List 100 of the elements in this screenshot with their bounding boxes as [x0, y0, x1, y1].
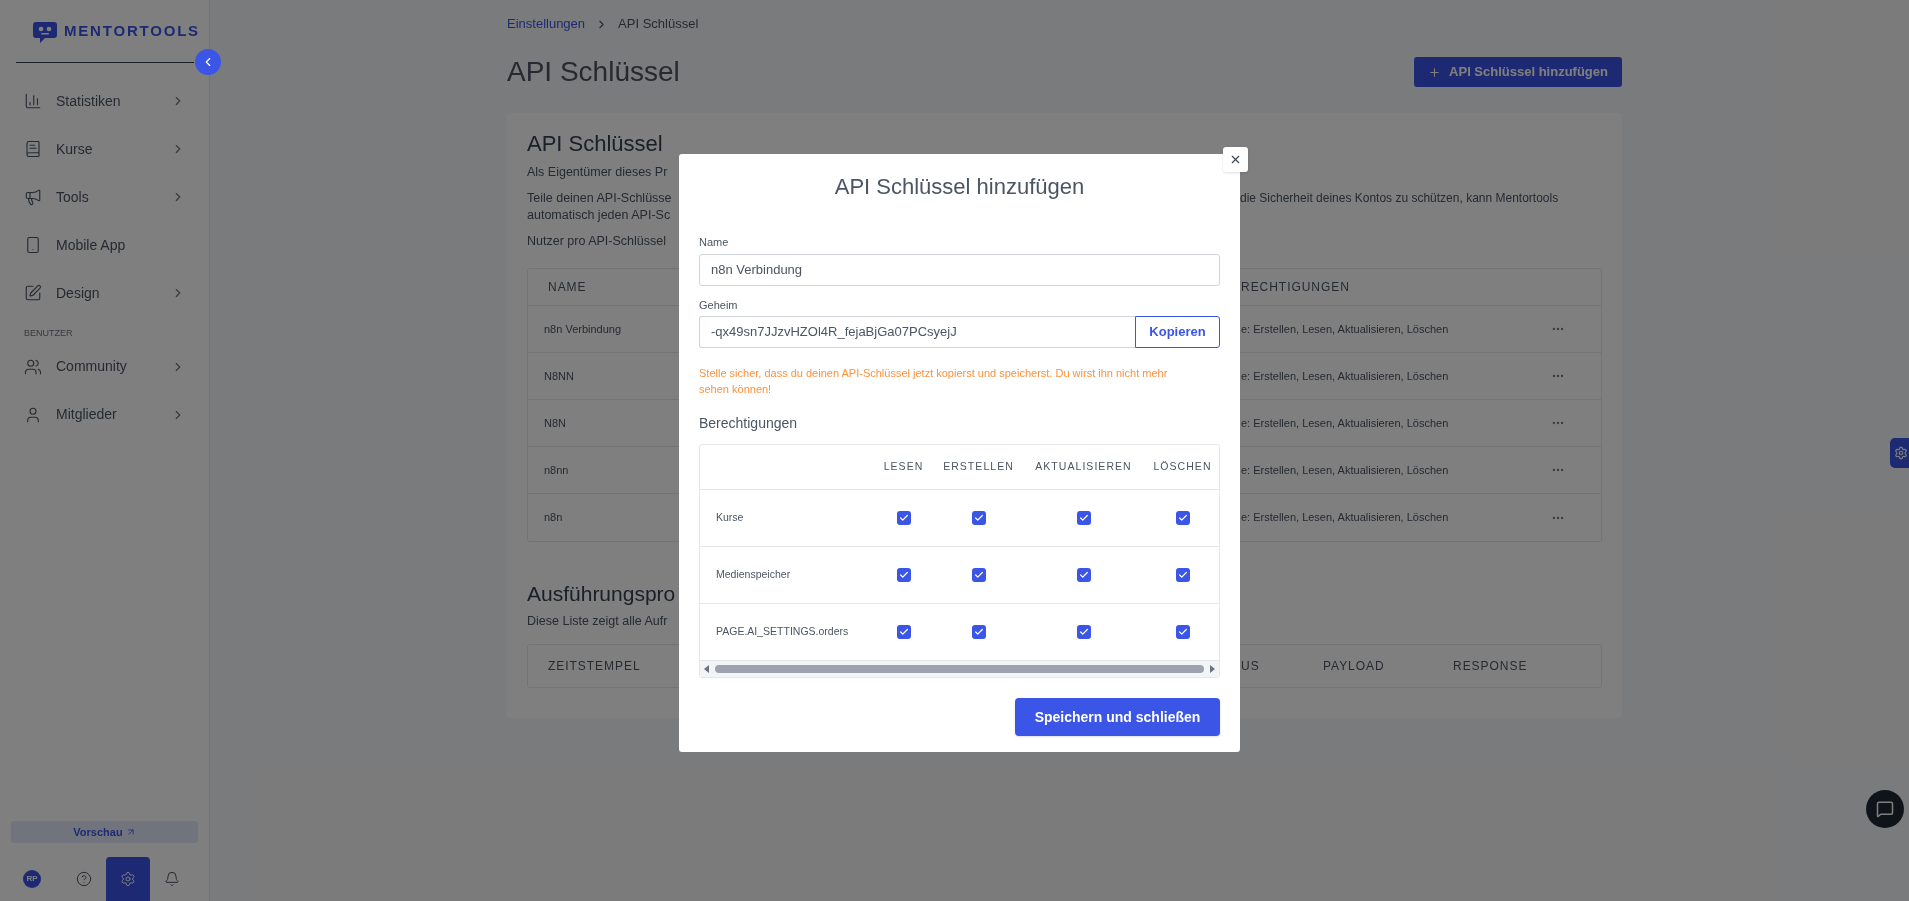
checkbox[interactable]: [1076, 511, 1091, 525]
check-icon: [1177, 627, 1188, 637]
scroll-left-icon[interactable]: [703, 665, 711, 673]
table-cell-text: e: Erstellen, Lesen, Aktualisieren, Löschen: [1241, 415, 1450, 431]
table-cell-text: Kurse: [715, 510, 744, 526]
book-icon: [24, 140, 42, 158]
people-icon: [24, 357, 42, 376]
warning-text: Stelle sicher, dass du deinen API-Schlüssel jetzt kopierst und speicherst. Du wirst ihn nicht mehr sehen können!: [699, 366, 1169, 397]
table-cell-text: N8N: [543, 415, 566, 431]
column-header: PAYLOAD: [1323, 658, 1386, 676]
name-field[interactable]: n8n Verbindung: [699, 253, 1220, 286]
logo-text: MENTORTOOLS: [64, 20, 200, 41]
checkbox[interactable]: [971, 625, 986, 639]
settings-icon: [120, 871, 136, 887]
scroll-right-icon[interactable]: [1208, 665, 1216, 673]
checkbox[interactable]: [971, 568, 986, 582]
megaphone-icon: [24, 188, 42, 206]
settings-tab[interactable]: [1890, 438, 1909, 468]
checkbox[interactable]: [896, 568, 911, 582]
plus-icon: [1428, 65, 1442, 79]
column-header: AKTUALISIEREN: [1035, 459, 1132, 475]
nav-item[interactable]: Mobile App: [0, 221, 209, 269]
column-header: LESEN: [883, 459, 924, 475]
table-cell-text: e: Erstellen, Lesen, Aktualisieren, Löschen: [1241, 321, 1450, 337]
table-cell-text: PAGE.AI_SETTINGS.orders: [715, 624, 849, 640]
check-icon: [973, 627, 984, 637]
table-cell-text: n8n Verbindung: [543, 321, 622, 337]
column-header: ZEITSTEMPEL: [547, 658, 641, 676]
table-cell-text: N8NN: [543, 368, 574, 384]
checkbox[interactable]: [1175, 568, 1190, 582]
breadcrumb-current: API Schlüssel: [618, 15, 699, 34]
check-icon: [973, 513, 984, 523]
check-icon: [1177, 513, 1188, 523]
help-icon: [76, 871, 92, 887]
horizontal-scrollbar[interactable]: [700, 661, 1219, 677]
pencil-icon: [24, 284, 42, 302]
column-header: RESPONSE: [1453, 658, 1529, 676]
close-button[interactable]: [1223, 147, 1248, 172]
permissions-title: Berechtigungen: [699, 414, 798, 433]
column-header: RECHTIGUNGEN: [1241, 279, 1350, 296]
arrow-icon: [125, 827, 136, 837]
checkbox[interactable]: [1175, 511, 1190, 525]
checkbox[interactable]: [896, 625, 911, 639]
check-icon: [898, 627, 909, 637]
section-label: BENUTZER: [23, 327, 74, 340]
table-cell-text: n8nn: [543, 462, 569, 478]
phone-icon: [24, 236, 42, 254]
column-header: US: [1241, 658, 1261, 676]
bell-icon: [164, 871, 180, 887]
check-icon: [1078, 570, 1089, 580]
card-title: API Schlüssel: [527, 130, 663, 158]
table-cell-text: e: Erstellen, Lesen, Aktualisieren, Löschen: [1241, 462, 1450, 478]
save-close-button[interactable]: Speichern und schließen: [1015, 698, 1220, 736]
nav-item[interactable]: Design: [0, 269, 209, 317]
copy-button[interactable]: Kopieren: [1135, 316, 1220, 348]
field-label: Name: [699, 235, 729, 250]
column-header: ERSTELLEN: [943, 459, 1014, 475]
description-text: Diese Liste zeigt alle Aufr: [527, 612, 668, 630]
gear-icon: [1894, 446, 1908, 460]
close-icon: [1229, 153, 1242, 166]
checkbox[interactable]: [1076, 625, 1091, 639]
add-key-button[interactable]: API Schlüssel hinzufügen: [1414, 57, 1622, 87]
check-icon: [1078, 513, 1089, 523]
bar-chart-icon: [24, 92, 42, 110]
nav-item[interactable]: Tools: [0, 173, 209, 221]
nav-item[interactable]: Community: [0, 342, 209, 391]
description-text: Teile deinen API-Schlüsse: [527, 190, 672, 207]
user-avatar[interactable]: RP: [23, 870, 41, 888]
table-cell-text: Medienspeicher: [715, 567, 791, 583]
secret-field[interactable]: -qx49sn7JJzvHZOl4R_fejaBjGa07PCsyejJ: [699, 316, 1135, 348]
checkbox[interactable]: [1175, 625, 1190, 639]
checkbox[interactable]: [896, 511, 911, 525]
description-text: automatisch jeden API-Sc: [527, 207, 671, 224]
breadcrumb-link[interactable]: Einstellungen: [507, 14, 586, 34]
table-cell-text: e: Erstellen, Lesen, Aktualisieren, Löschen: [1241, 510, 1450, 526]
check-icon: [898, 513, 909, 523]
page-title: API Schlüssel: [507, 55, 680, 89]
section-title: Ausführungspro: [527, 581, 676, 607]
description-text: Als Eigentümer dieses Pr: [527, 164, 668, 181]
nav-item[interactable]: Statistiken: [0, 77, 209, 125]
check-icon: [1177, 570, 1188, 580]
chat-icon: [1876, 800, 1894, 818]
table-cell-text: n8n: [543, 510, 563, 526]
check-icon: [1078, 627, 1089, 637]
check-icon: [973, 570, 984, 580]
chat-button[interactable]: [1866, 790, 1904, 828]
nav-item[interactable]: Mitglieder: [0, 390, 209, 439]
column-header: LÖSCHEN: [1153, 459, 1212, 475]
nav-item[interactable]: Kurse: [0, 125, 209, 173]
scrollbar-thumb[interactable]: [715, 665, 1204, 673]
table-cell-text: e: Erstellen, Lesen, Aktualisieren, Löschen: [1241, 368, 1450, 384]
description-text: die Sicherheit deines Kontos zu schützen, kann Mentortools: [1240, 190, 1559, 207]
modal-title: API Schlüssel hinzufügen: [833, 173, 1086, 198]
preview-button[interactable]: Vorschau: [11, 821, 198, 843]
checkbox[interactable]: [971, 511, 986, 525]
check-icon: [898, 570, 909, 580]
field-label: Geheim: [699, 297, 738, 313]
person-icon: [24, 405, 42, 424]
column-header: NAME: [547, 279, 587, 296]
checkbox[interactable]: [1076, 568, 1091, 582]
